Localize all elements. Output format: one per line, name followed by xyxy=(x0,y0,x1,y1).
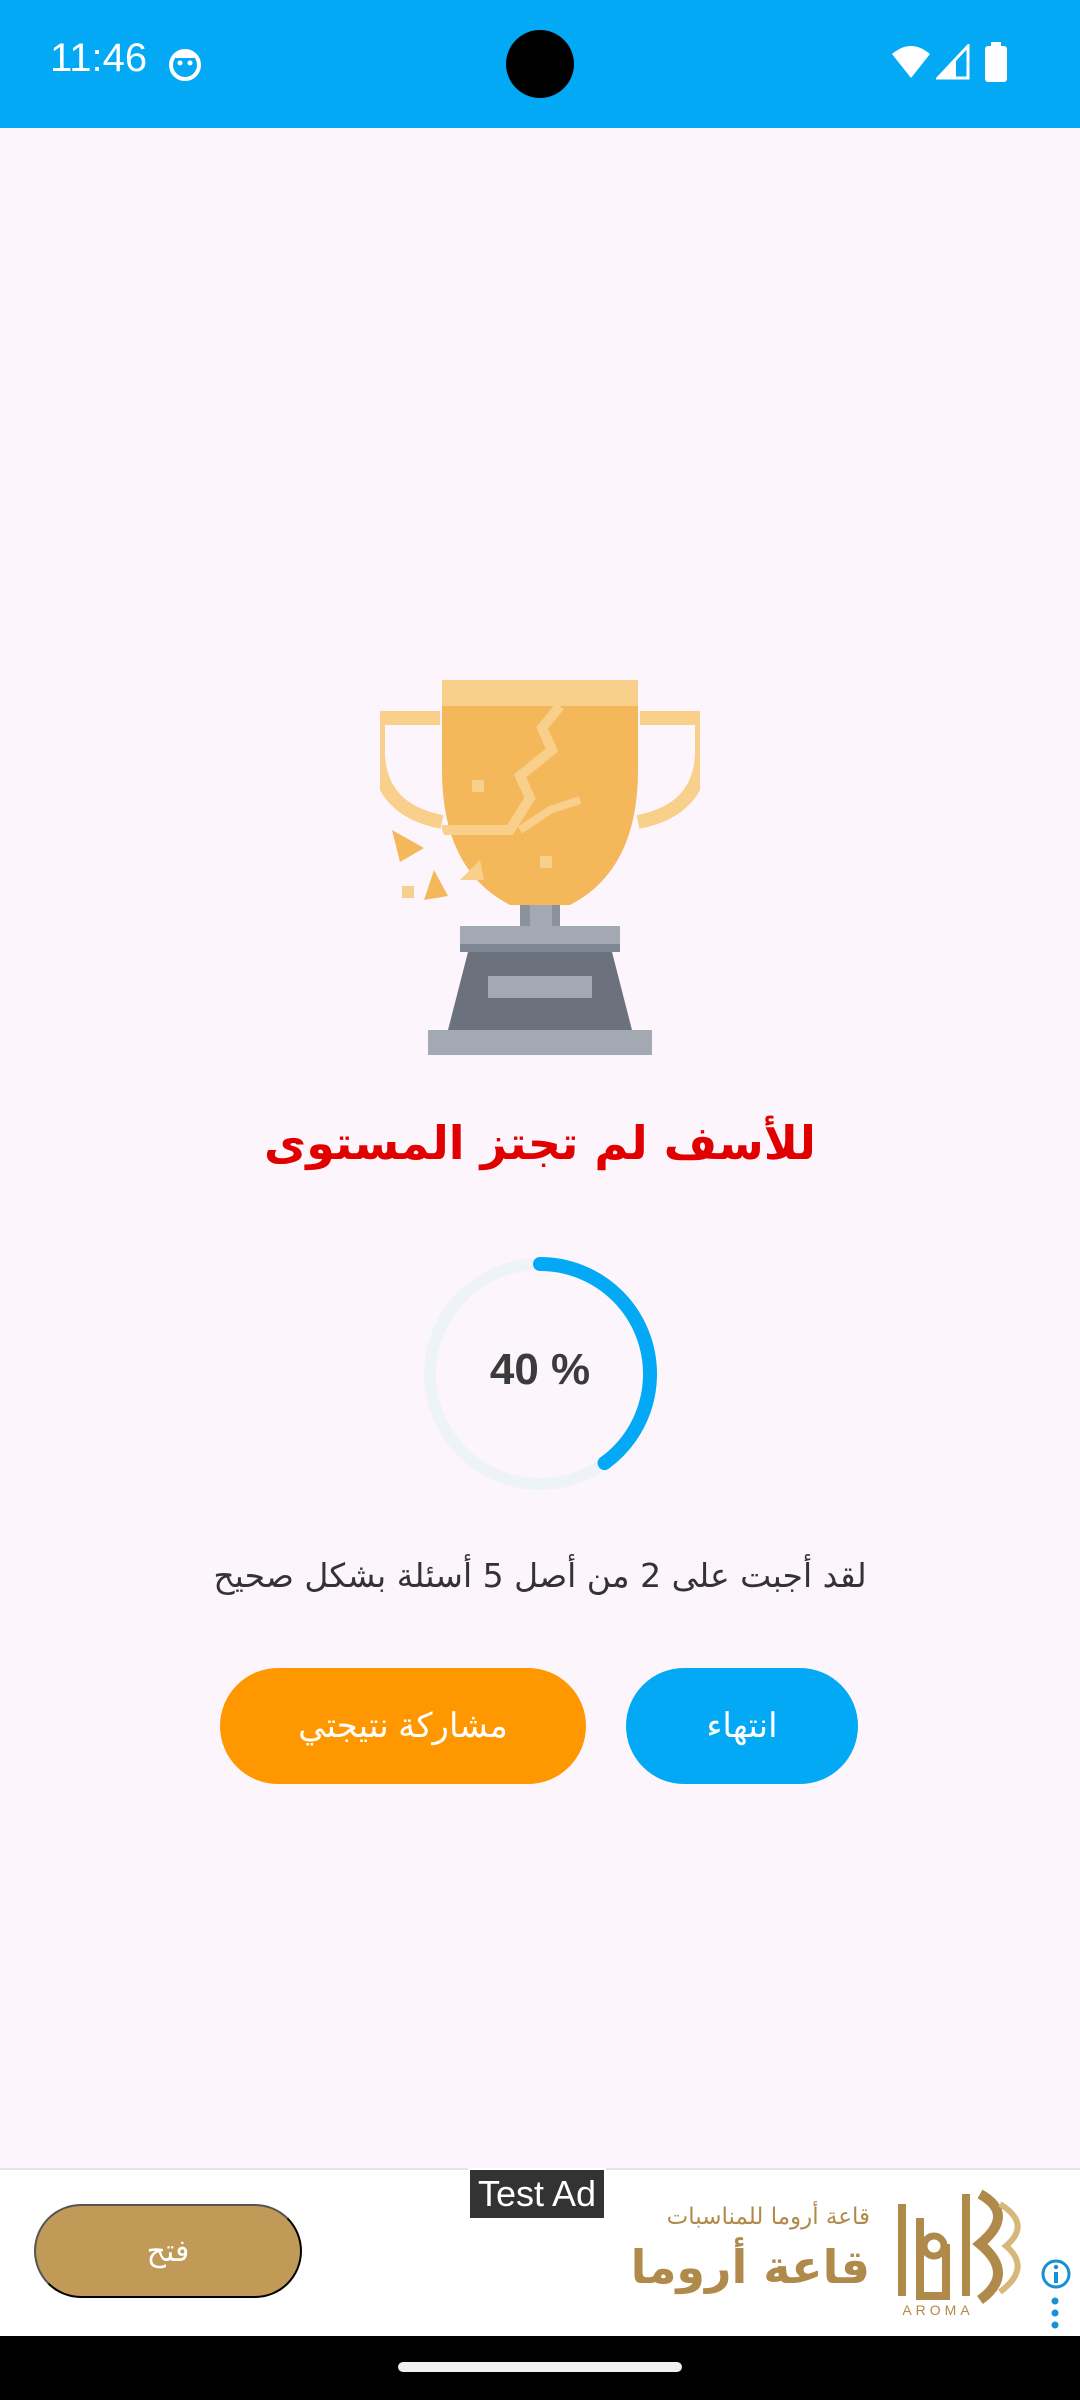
aroma-logo-icon xyxy=(898,2189,1021,2305)
home-indicator[interactable] xyxy=(398,2362,682,2372)
status-bar: 11:46 xyxy=(0,0,1080,128)
ad-info-icon[interactable] xyxy=(1040,2258,1072,2290)
battery-icon xyxy=(985,42,1007,82)
broken-trophy-icon xyxy=(380,680,700,1055)
camera-cutout xyxy=(506,30,574,98)
score-percent-label: 40 % xyxy=(489,1345,591,1394)
signal-icon xyxy=(936,44,970,80)
finish-button[interactable]: انتهاء xyxy=(626,1668,858,1784)
share-result-button[interactable]: مشاركة نتيجتي xyxy=(220,1668,586,1784)
score-description: لقد أجبت على 2 من أصل 5 أسئلة بشكل صحيح xyxy=(213,1556,867,1595)
ad-more-menu-icon[interactable] xyxy=(1050,2296,1060,2330)
ad-title: قاعة أروما xyxy=(630,2240,870,2294)
ad-logo-text: AROMA xyxy=(902,2302,974,2318)
ad-subtitle: قاعة أروما للمناسبات xyxy=(666,2204,870,2230)
app-notification-icon xyxy=(169,49,201,81)
status-time: 11:46 xyxy=(50,36,148,80)
result-title: للأسف لم تجتز المستوى xyxy=(264,1116,816,1170)
test-ad-badge: Test Ad xyxy=(468,2168,607,2220)
wifi-icon xyxy=(892,46,930,78)
ad-open-button[interactable]: فتح xyxy=(34,2204,302,2298)
